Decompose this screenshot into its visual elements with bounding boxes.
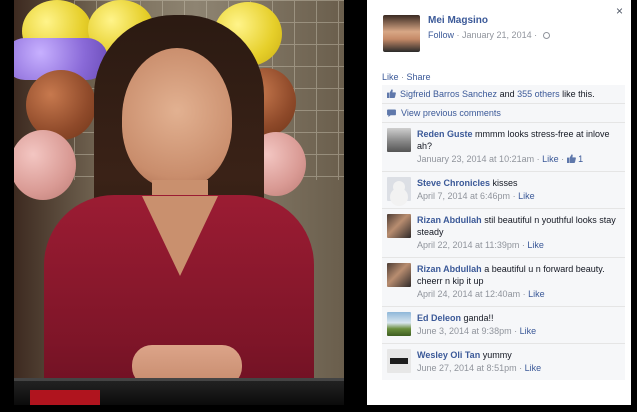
view-previous-row[interactable]: View previous comments <box>382 104 625 123</box>
comment: Rizan Abdullah stil beautiful n youthful… <box>382 209 625 258</box>
comment-body: Steve Chronicles kisses April 7, 2014 at… <box>417 177 620 202</box>
comment-time[interactable]: April 24, 2014 at 12:40am <box>417 289 520 299</box>
commenter-name[interactable]: Wesley Oli Tan <box>417 350 480 360</box>
comment-meta: April 22, 2014 at 11:39pm · Like <box>417 240 544 250</box>
comment-text: ganda!! <box>463 313 494 323</box>
comment-body: Rizan Abdullah stil beautiful n youthful… <box>417 214 620 251</box>
stroller-red-part <box>30 390 100 405</box>
comment: Reden Guste mmmm looks stress-free at in… <box>382 123 625 172</box>
commenter-name[interactable]: Ed Deleon <box>417 313 461 323</box>
post-header-text: Mei Magsino Follow · January 21, 2014 · <box>428 15 550 52</box>
comment-like-link[interactable]: Like <box>528 289 545 299</box>
comment-time[interactable]: January 23, 2014 at 10:21am <box>417 154 534 164</box>
likes-and: and <box>499 89 515 99</box>
follow-link[interactable]: Follow <box>428 30 454 40</box>
comment-meta: June 27, 2014 at 8:51pm · Like <box>417 363 542 373</box>
feedback-panel: Sigfreid Barros Sanchez and 355 others l… <box>382 85 625 380</box>
author-name[interactable]: Mei Magsino <box>428 15 550 26</box>
comment-time[interactable]: June 3, 2014 at 9:38pm <box>417 326 512 336</box>
like-sentence: Sigfreid Barros Sanchez and 355 others l… <box>382 85 625 104</box>
comment-body: Ed Deleon ganda!! June 3, 2014 at 9:38pm… <box>417 312 620 337</box>
comment-like-count[interactable]: 1 <box>566 154 584 164</box>
comment-time[interactable]: April 7, 2014 at 6:46pm <box>417 191 510 201</box>
comment-like-link[interactable]: Like <box>525 363 542 373</box>
comment: Wesley Oli Tan yummy June 27, 2014 at 8:… <box>382 344 625 380</box>
comment: Ed Deleon ganda!! June 3, 2014 at 9:38pm… <box>382 307 625 344</box>
comment-meta: April 24, 2014 at 12:40am · Like <box>417 289 545 299</box>
likes-suffix: like this. <box>562 89 595 99</box>
likes-others-link[interactable]: 355 others <box>517 89 560 99</box>
post-date[interactable]: January 21, 2014 <box>462 30 532 40</box>
comment-like-link[interactable]: Like <box>520 326 537 336</box>
thumbs-up-icon <box>566 154 576 163</box>
share-link[interactable]: Share <box>407 72 431 82</box>
commenter-avatar[interactable] <box>387 349 411 373</box>
meta-separator: · <box>534 30 540 40</box>
comment-like-link[interactable]: Like <box>527 240 544 250</box>
commenter-avatar[interactable] <box>387 263 411 287</box>
post-meta: Follow · January 21, 2014 · <box>428 30 550 40</box>
post-side-panel: × Mei Magsino Follow · January 21, 2014 … <box>367 0 631 405</box>
comment-meta: April 7, 2014 at 6:46pm · Like <box>417 191 535 201</box>
comment-meta: June 3, 2014 at 9:38pm · Like <box>417 326 537 336</box>
balloon-pink-1 <box>14 130 76 200</box>
view-previous-comments[interactable]: View previous comments <box>401 108 501 118</box>
comment-like-link[interactable]: Like <box>542 154 559 164</box>
comment-body: Wesley Oli Tan yummy June 27, 2014 at 8:… <box>417 349 620 374</box>
comment-text: yummy <box>482 350 512 360</box>
liker-name[interactable]: Sigfreid Barros Sanchez <box>400 89 497 99</box>
close-icon[interactable]: × <box>616 4 623 18</box>
comment-text: kisses <box>492 178 518 188</box>
comment-body: Reden Guste mmmm looks stress-free at in… <box>417 128 620 165</box>
commenter-avatar[interactable] <box>387 312 411 336</box>
commenter-name[interactable]: Reden Guste <box>417 129 473 139</box>
like-count-value: 1 <box>578 154 584 164</box>
post-header: Mei Magsino Follow · January 21, 2014 · <box>383 15 550 52</box>
comment: Steve Chronicles kisses April 7, 2014 at… <box>382 172 625 209</box>
comment-bubble-icon <box>387 109 396 117</box>
post-actions: Like · Share <box>382 72 431 82</box>
comment-like-link[interactable]: Like <box>518 191 535 201</box>
face <box>122 48 232 188</box>
commenter-avatar[interactable] <box>387 214 411 238</box>
commenter-name[interactable]: Rizan Abdullah <box>417 215 482 225</box>
commenter-avatar[interactable] <box>387 177 411 201</box>
globe-icon[interactable] <box>542 32 550 39</box>
comment-time[interactable]: April 22, 2014 at 11:39pm <box>417 240 519 250</box>
comment-meta: January 23, 2014 at 10:21am · Like · 1 <box>417 154 584 164</box>
comment-body: Rizan Abdullah a beautiful u n forward b… <box>417 263 620 300</box>
commenter-name[interactable]: Steve Chronicles <box>417 178 490 188</box>
commenter-avatar[interactable] <box>387 128 411 152</box>
photo-viewer <box>0 0 367 412</box>
author-avatar[interactable] <box>383 15 420 52</box>
like-link[interactable]: Like <box>382 72 399 82</box>
commenter-name[interactable]: Rizan Abdullah <box>417 264 482 274</box>
post-photo[interactable] <box>14 0 344 405</box>
comment: Rizan Abdullah a beautiful u n forward b… <box>382 258 625 307</box>
comment-time[interactable]: June 27, 2014 at 8:51pm <box>417 363 517 373</box>
thumbs-up-icon <box>387 89 396 98</box>
